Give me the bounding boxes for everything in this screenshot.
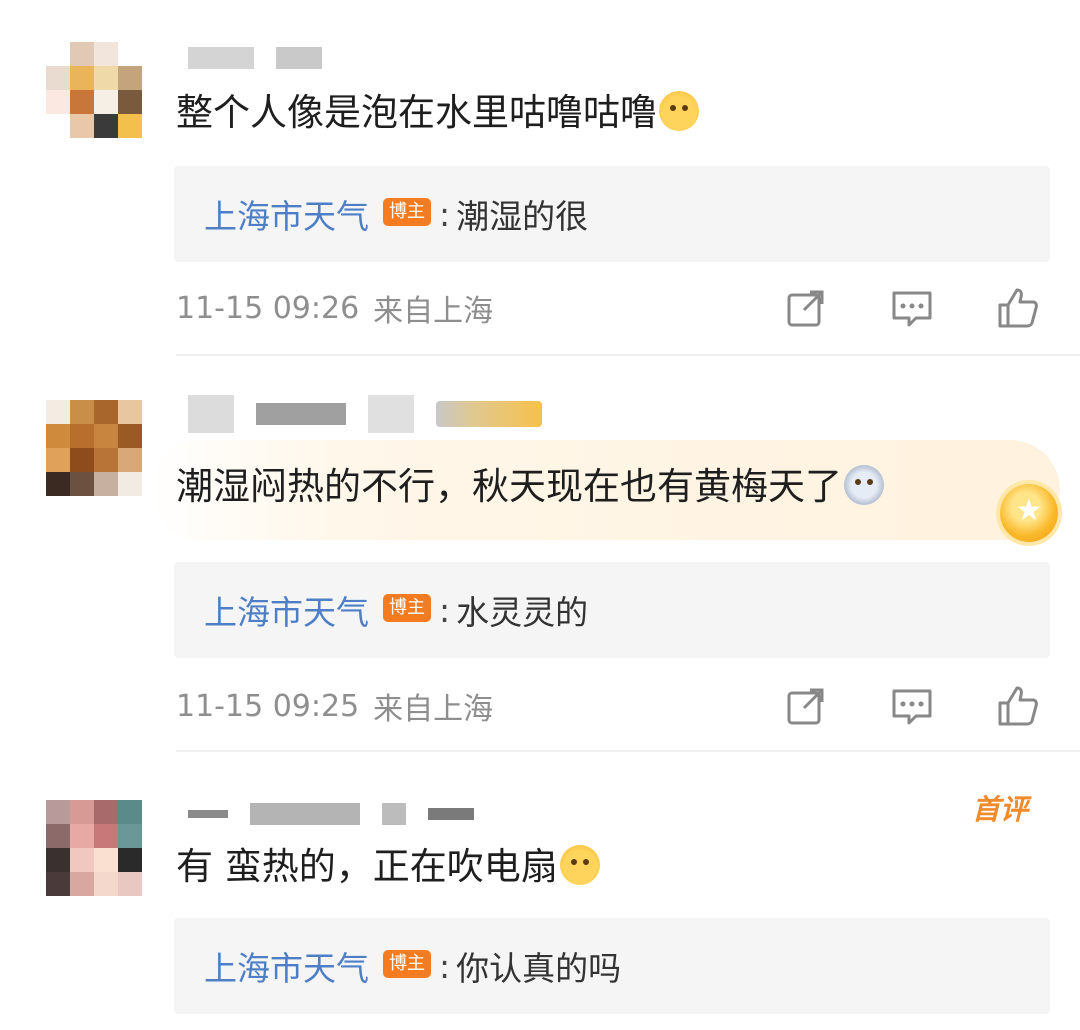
avatar[interactable] (46, 42, 142, 138)
comment-icon[interactable] (890, 286, 934, 330)
comment-icon[interactable] (890, 684, 934, 728)
blurred-name (382, 803, 406, 825)
reply-text: 水灵灵的 (456, 593, 589, 632)
author-reply[interactable]: 上海市天气 博主 : 潮湿的很 (174, 166, 1050, 262)
divider (176, 750, 1080, 752)
comment-text: 潮湿闷热的不行，秋天现在也有黄梅天了 (176, 462, 884, 512)
thumbs-up-icon[interactable] (996, 286, 1040, 330)
blurred-name (188, 810, 228, 818)
share-icon[interactable] (784, 684, 828, 728)
reply-separator: : (439, 946, 451, 986)
avatar[interactable] (46, 400, 142, 496)
comment-meta: 11-15 09:25 来自上海 (176, 686, 494, 728)
avatar[interactable] (46, 800, 142, 896)
reply-author[interactable]: 上海市天气 (204, 190, 369, 238)
share-icon[interactable] (784, 286, 828, 330)
divider (176, 354, 1080, 356)
comment-text: 有 蛮热的，正在吹电扇 (176, 842, 600, 892)
first-comment-badge: 首评 (972, 793, 1029, 826)
blogger-badge: 博主 (383, 198, 431, 226)
medal-icon (1000, 484, 1058, 542)
thumbs-up-icon[interactable] (996, 684, 1040, 728)
username-blurred[interactable] (188, 800, 474, 828)
blogger-badge: 博主 (383, 950, 431, 978)
timestamp: 11-15 09:25 (176, 688, 360, 724)
crying-emoji (559, 845, 600, 885)
dizzy-emoji (844, 465, 884, 505)
blurred-name (428, 808, 474, 820)
sweat-emoji (659, 91, 699, 131)
reply-text: 你认真的吗 (456, 949, 622, 988)
timestamp: 11-15 09:26 (176, 290, 360, 326)
blogger-badge: 博主 (383, 594, 431, 622)
blurred-name (188, 47, 254, 69)
username-blurred[interactable] (188, 395, 542, 433)
author-reply[interactable]: 上海市天气 博主 : 你认真的吗 (174, 918, 1050, 1014)
blurred-name (368, 395, 414, 433)
username-blurred[interactable] (188, 44, 322, 72)
comment-text: 整个人像是泡在水里咕噜咕噜 (176, 88, 699, 138)
reply-author[interactable]: 上海市天气 (204, 942, 369, 990)
location: 来自上海 (373, 692, 494, 727)
reply-author[interactable]: 上海市天气 (204, 586, 369, 634)
location: 来自上海 (373, 294, 494, 329)
blurred-name (256, 403, 346, 425)
blurred-name (188, 395, 234, 433)
blurred-name (250, 803, 360, 825)
author-reply[interactable]: 上海市天气 博主 : 水灵灵的 (174, 562, 1050, 658)
reply-separator: : (439, 590, 451, 630)
blurred-name (276, 47, 322, 69)
reply-text: 潮湿的很 (456, 197, 589, 236)
fan-level-badge[interactable] (436, 401, 542, 427)
comment-meta: 11-15 09:26 来自上海 (176, 288, 494, 330)
reply-separator: : (439, 194, 451, 234)
